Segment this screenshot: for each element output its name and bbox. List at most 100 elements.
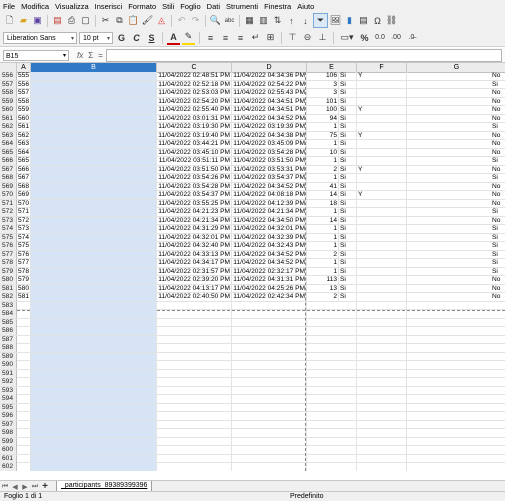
- special-character-icon[interactable]: Ω: [371, 14, 384, 27]
- row-header[interactable]: 581: [0, 284, 17, 293]
- cell-c[interactable]: [157, 386, 232, 395]
- align-top-icon[interactable]: ⊤: [286, 31, 299, 44]
- cell-e[interactable]: [307, 429, 357, 437]
- cell-b[interactable]: [31, 123, 157, 131]
- cell-b[interactable]: [31, 233, 157, 242]
- cell-f[interactable]: Si: [339, 208, 357, 216]
- cell-d[interactable]: 11/04/2022 02:55:43 PM: [232, 89, 307, 97]
- italic-button[interactable]: C: [130, 31, 143, 44]
- cell-e[interactable]: 10: [307, 148, 339, 157]
- cell-e[interactable]: 106: [307, 72, 339, 80]
- cell-f[interactable]: Si: [339, 89, 357, 97]
- column-icon[interactable]: ▥: [257, 14, 270, 27]
- cell-d[interactable]: [232, 463, 307, 471]
- cell-e[interactable]: [307, 301, 357, 310]
- cell-b[interactable]: [31, 412, 157, 420]
- cell-f[interactable]: Si: [339, 233, 357, 242]
- cell-a[interactable]: 559: [17, 106, 31, 114]
- cell-g[interactable]: [407, 455, 505, 463]
- last-sheet-icon[interactable]: ⏭: [30, 483, 40, 491]
- cell-d[interactable]: 11/04/2022 04:21:34 PM: [232, 208, 307, 216]
- cell-b[interactable]: [31, 106, 157, 114]
- cell-c[interactable]: [157, 437, 232, 446]
- clear-formatting-icon[interactable]: ◬: [155, 14, 168, 27]
- cell-h[interactable]: No: [491, 140, 505, 148]
- insert-image-icon[interactable]: 🖼: [329, 14, 342, 27]
- cell-b[interactable]: [31, 318, 157, 327]
- cell-b[interactable]: [31, 250, 157, 259]
- cell-a[interactable]: 572: [17, 216, 31, 225]
- cell-a[interactable]: [17, 429, 31, 437]
- highlight-color-icon[interactable]: ✎: [182, 30, 195, 45]
- undo-icon[interactable]: ↶: [175, 14, 188, 27]
- cell-e[interactable]: 1: [307, 174, 339, 182]
- row-header[interactable]: 563: [0, 131, 17, 140]
- cell-d[interactable]: [232, 437, 307, 446]
- sort-descending-icon[interactable]: ↓: [299, 14, 312, 27]
- currency-format-icon[interactable]: ▭▾: [338, 31, 356, 44]
- merge-cells-icon[interactable]: ⊞: [264, 31, 277, 44]
- align-right-icon[interactable]: ≡: [234, 31, 247, 44]
- cell-h[interactable]: No: [491, 115, 505, 123]
- cell-a[interactable]: 581: [17, 293, 31, 301]
- cell-e[interactable]: [307, 463, 357, 471]
- cell-e[interactable]: 1: [307, 225, 339, 233]
- cell-e[interactable]: [307, 310, 357, 318]
- cell-c[interactable]: 11/04/2022 03:19:30 PM: [157, 123, 232, 131]
- cell-d[interactable]: 11/04/2022 03:19:39 PM: [232, 123, 307, 131]
- cell-b[interactable]: [31, 463, 157, 471]
- cell-h[interactable]: No: [491, 166, 505, 174]
- cell-a[interactable]: 557: [17, 89, 31, 97]
- cell-g[interactable]: [407, 446, 505, 454]
- cell-d[interactable]: [232, 327, 307, 335]
- sort-icon[interactable]: ⇅: [271, 14, 284, 27]
- copy-icon[interactable]: ⧉: [113, 14, 126, 27]
- cell-e[interactable]: [307, 395, 357, 403]
- cell-f[interactable]: [357, 429, 407, 437]
- cell-f[interactable]: Si: [339, 148, 357, 157]
- cell-h[interactable]: No: [491, 293, 505, 301]
- cell-a[interactable]: [17, 318, 31, 327]
- cell-f[interactable]: Si: [339, 259, 357, 267]
- cell-c[interactable]: [157, 318, 232, 327]
- cell-h[interactable]: No: [491, 285, 505, 293]
- cell-f[interactable]: Si: [339, 199, 357, 208]
- open-folder-icon[interactable]: ▰: [17, 14, 30, 27]
- cell-a[interactable]: 563: [17, 140, 31, 148]
- cell-c[interactable]: 11/04/2022 04:32:01 PM: [157, 233, 232, 242]
- cell-g[interactable]: [407, 327, 505, 335]
- row-header[interactable]: 595: [0, 403, 17, 412]
- next-sheet-icon[interactable]: ▶: [20, 483, 30, 491]
- export-pdf-icon[interactable]: ▤: [51, 14, 64, 27]
- cell-e[interactable]: [307, 386, 357, 395]
- cell-c[interactable]: 11/04/2022 03:45:10 PM: [157, 148, 232, 157]
- cell-f[interactable]: [357, 395, 407, 403]
- cell-a[interactable]: [17, 369, 31, 378]
- cell-e[interactable]: 1: [307, 123, 339, 131]
- cell-h[interactable]: No: [491, 217, 505, 225]
- cell-e[interactable]: 113: [307, 276, 339, 284]
- cut-icon[interactable]: ✂: [99, 14, 112, 27]
- cell-b[interactable]: [31, 114, 157, 123]
- cell-b[interactable]: [31, 395, 157, 403]
- cell-a[interactable]: 556: [17, 80, 31, 89]
- cell-f[interactable]: [357, 335, 407, 344]
- cell-d[interactable]: 11/04/2022 04:34:51 PM: [232, 97, 307, 106]
- font-color-icon[interactable]: A: [167, 30, 180, 45]
- cell-a[interactable]: 561: [17, 123, 31, 131]
- cell-f[interactable]: [357, 361, 407, 369]
- column-header-c[interactable]: C: [157, 63, 232, 72]
- cell-a[interactable]: 570: [17, 199, 31, 208]
- cell-c[interactable]: [157, 361, 232, 369]
- cell-b[interactable]: [31, 165, 157, 174]
- cell-e[interactable]: [307, 318, 357, 327]
- cell-g[interactable]: [407, 378, 505, 386]
- cell-g[interactable]: Y: [357, 72, 407, 80]
- cell-c[interactable]: 11/04/2022 03:54:26 PM: [157, 174, 232, 182]
- row-header[interactable]: 571: [0, 199, 17, 208]
- cell-e[interactable]: 1: [307, 208, 339, 216]
- cell-g[interactable]: [407, 361, 505, 369]
- row-header[interactable]: 566: [0, 157, 17, 165]
- cell-d[interactable]: 11/04/2022 04:34:52 PM: [232, 250, 307, 259]
- cell-b[interactable]: [31, 437, 157, 446]
